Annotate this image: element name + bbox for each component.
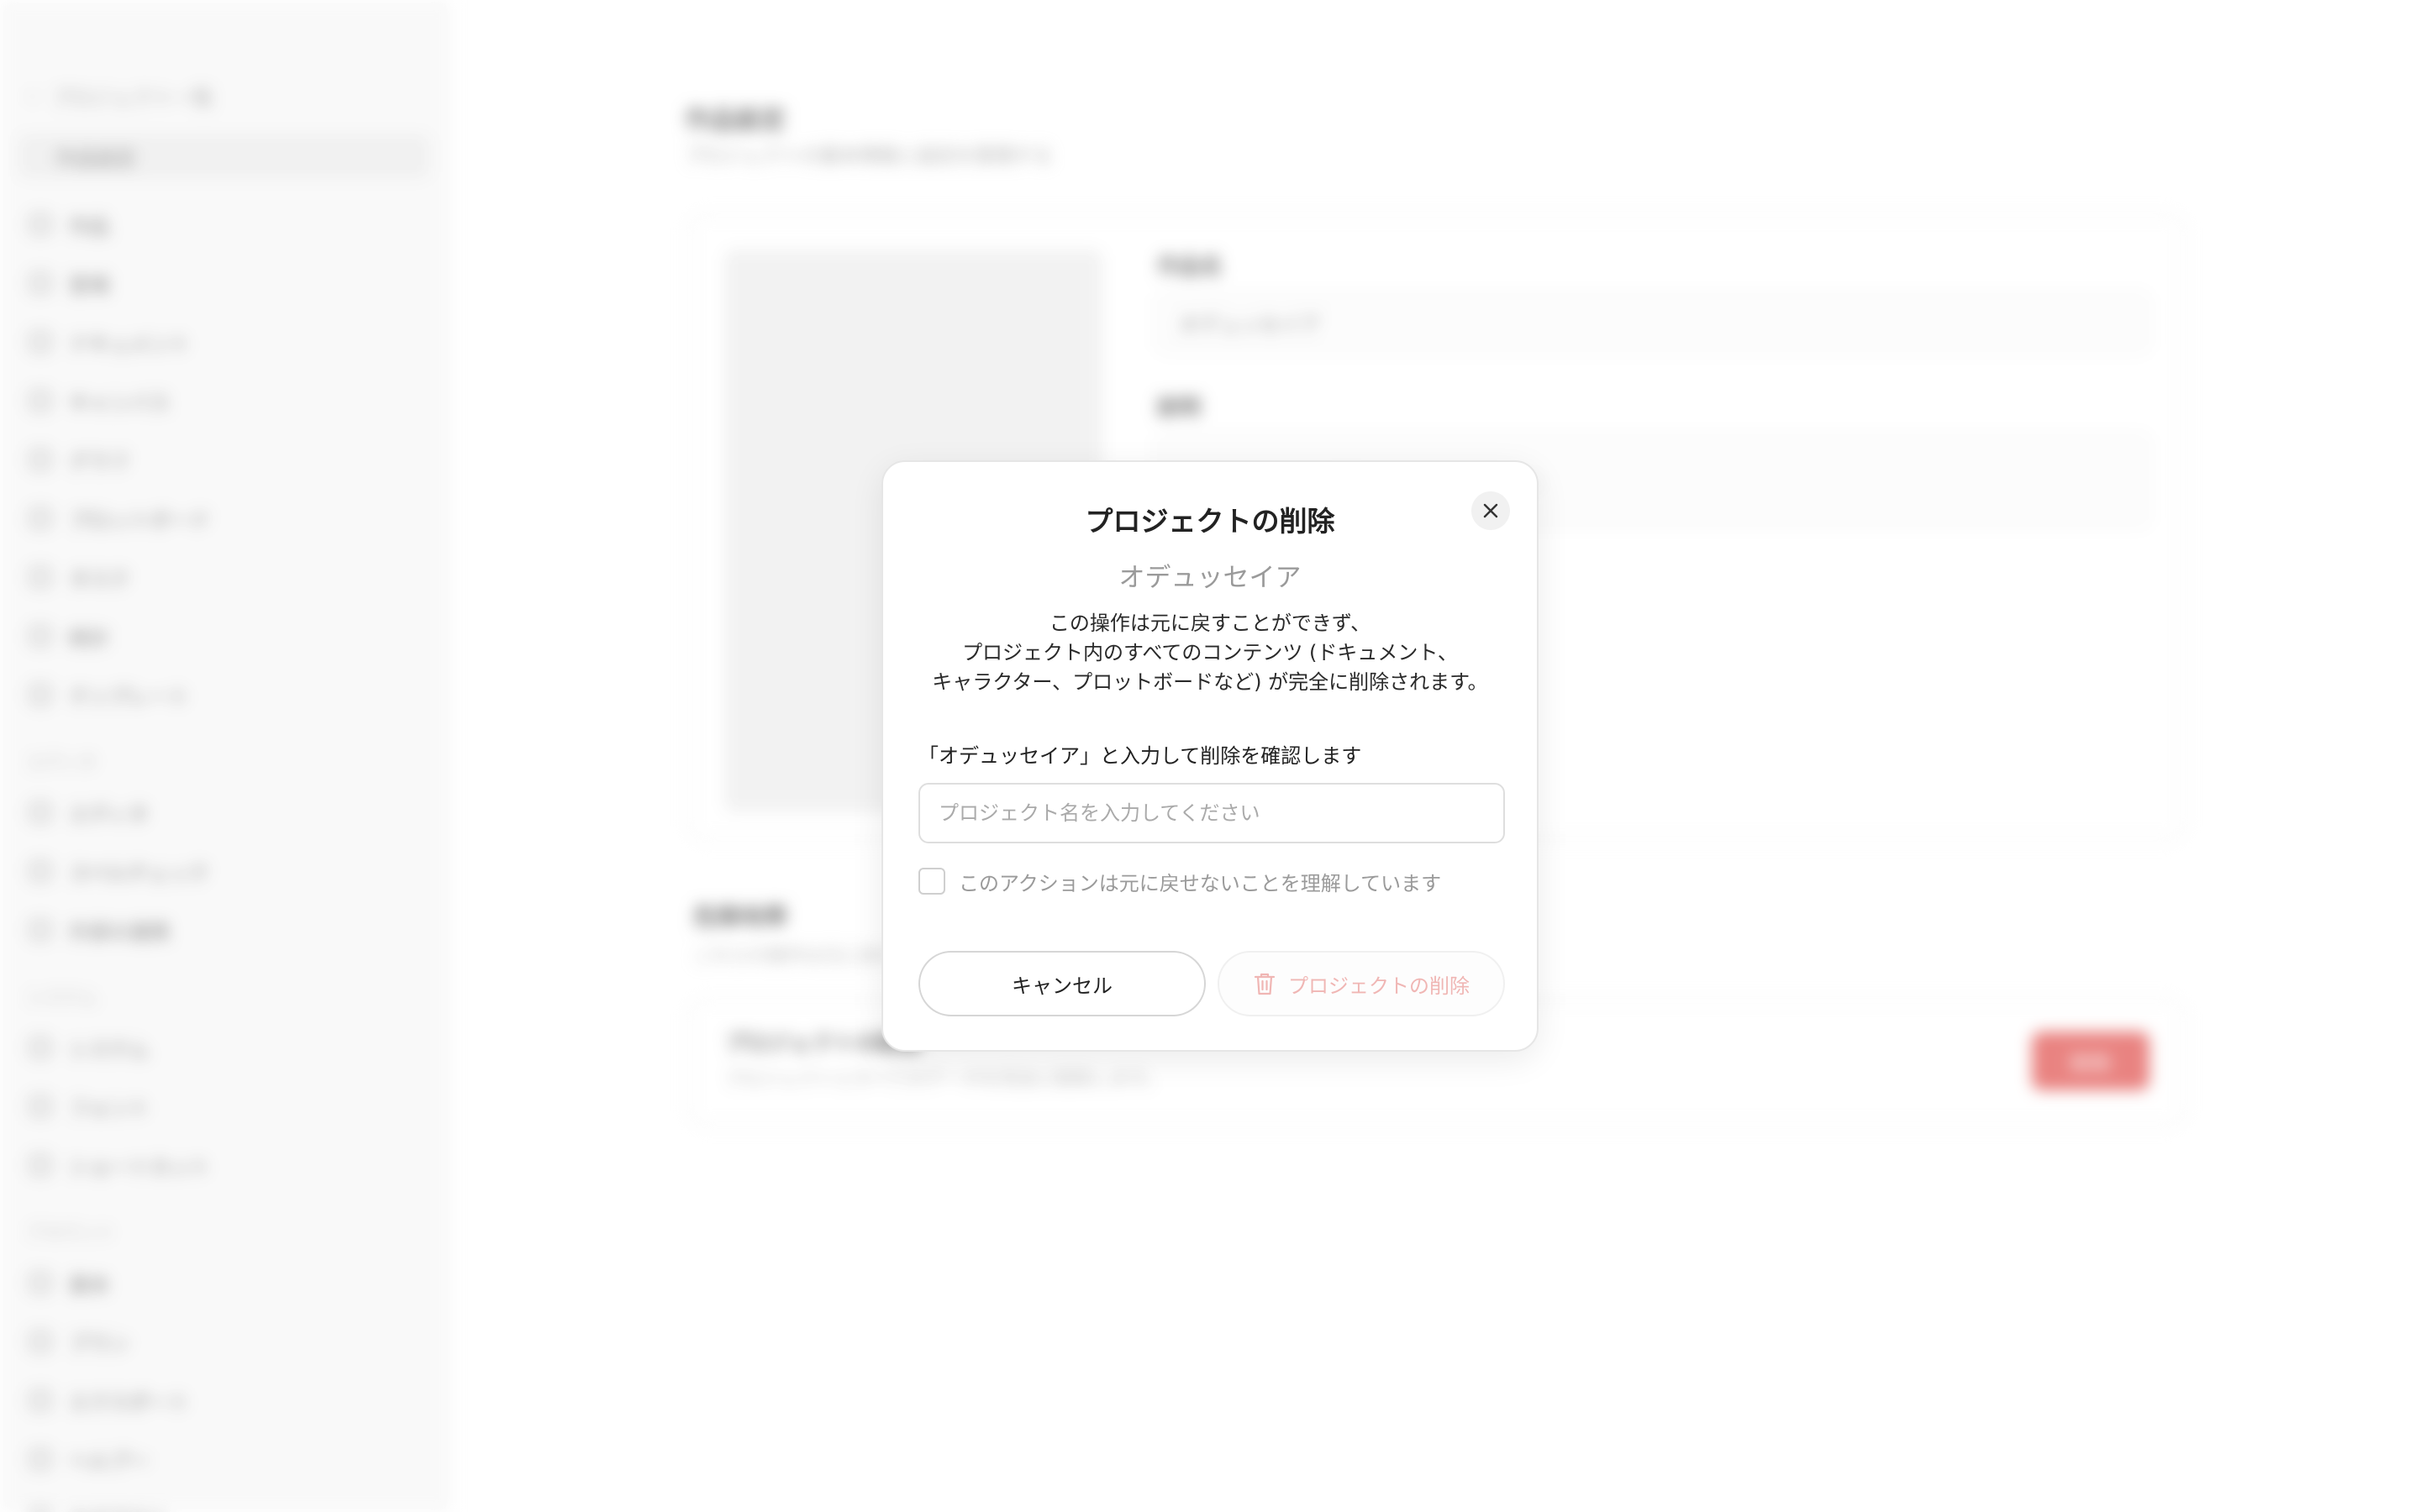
acknowledge-checkbox-row[interactable]: このアクションは元に戻せないことを理解しています bbox=[918, 867, 1441, 895]
acknowledge-checkbox[interactable] bbox=[918, 868, 945, 895]
delete-button-label: プロジェクトの削除 bbox=[1288, 974, 1470, 998]
project-name: オデュッセイア bbox=[1118, 563, 1302, 593]
acknowledge-label[interactable]: このアクションは元に戻せないことを理解しています bbox=[959, 867, 1441, 896]
delete-project-button[interactable]: プロジェクトの削除 bbox=[1218, 951, 1505, 1016]
confirm-instruction-label: 「オデュッセイア」と入力して削除を確認します bbox=[918, 744, 1362, 768]
cancel-button[interactable]: キャンセル bbox=[918, 951, 1206, 1016]
warning-text: この操作は元に戻すことができず、 プロジェクト内のすべてのコンテンツ (ドキュメ… bbox=[932, 612, 1488, 694]
close-button[interactable] bbox=[1471, 491, 1510, 530]
delete-project-dialog: プロジェクトの削除 オデュッセイア この操作は元に戻すことができず、 プロジェク… bbox=[881, 460, 1539, 1052]
close-icon bbox=[1483, 503, 1498, 518]
confirm-project-name-input[interactable] bbox=[918, 783, 1505, 843]
trash-icon bbox=[1254, 973, 1276, 995]
dialog-title: プロジェクトの削除 bbox=[1085, 505, 1335, 538]
